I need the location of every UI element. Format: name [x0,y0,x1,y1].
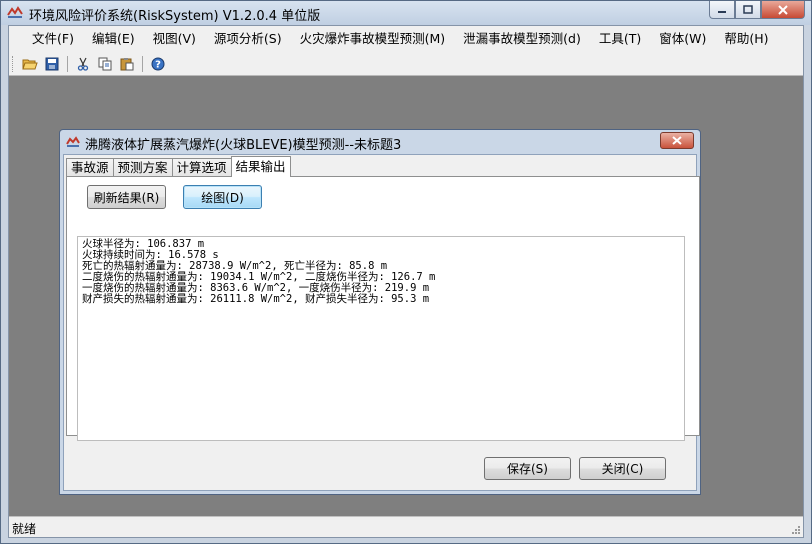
close-button[interactable] [761,1,805,19]
main-window: 环境风险评价系统(RiskSystem) V1.2.0.4 单位版 文件(F) … [0,0,812,544]
minimize-icon [718,10,726,13]
cut-button[interactable] [72,53,94,75]
save-toolbar-button[interactable] [41,53,63,75]
tab-calc-options[interactable]: 计算选项 [171,158,232,177]
minimize-button[interactable] [709,1,735,19]
toolbar: ? [9,52,803,76]
close-icon [778,4,788,15]
copy-button[interactable] [94,53,116,75]
tab-result-output[interactable]: 结果输出 [230,156,291,177]
dialog-title: 沸腾液体扩展蒸汽爆炸(火球BLEVE)模型预测--未标题3 [85,138,402,153]
tab-strip: 事故源 预测方案 计算选项 结果输出 [66,156,291,177]
app-logo-icon [66,136,80,147]
paste-button[interactable] [116,53,138,75]
dialog-title-bar[interactable]: 沸腾液体扩展蒸汽爆炸(火球BLEVE)模型预测--未标题3 [60,130,700,154]
menu-edit[interactable]: 编辑(E) [83,28,144,50]
copy-icon [98,57,112,70]
title-bar[interactable]: 环境风险评价系统(RiskSystem) V1.2.0.4 单位版 [1,1,811,25]
maximize-button[interactable] [735,1,761,19]
menu-view[interactable]: 视图(V) [144,28,205,50]
menu-source-analysis[interactable]: 源项分析(S) [205,28,291,50]
menu-leak-prediction[interactable]: 泄漏事故模型预测(d) [454,28,590,50]
menu-file[interactable]: 文件(F) [23,28,83,50]
close-dialog-button[interactable]: 关闭(C) [579,457,666,480]
app-logo-icon [7,6,23,18]
maximize-icon [743,5,753,14]
window-title: 环境风险评价系统(RiskSystem) V1.2.0.4 单位版 [29,9,321,24]
plot-button[interactable]: 绘图(D) [183,185,262,209]
paste-icon [120,57,134,70]
save-icon [45,57,59,70]
tab-prediction-plan[interactable]: 预测方案 [112,158,173,177]
dialog-close-button[interactable] [660,132,694,149]
menu-fire-explosion[interactable]: 火灾爆炸事故模型预测(M) [291,28,455,50]
toolbar-separator [67,55,68,72]
close-icon [672,136,682,145]
open-button[interactable] [19,53,41,75]
result-output-panel: 刷新结果(R) 绘图(D) 火球半径为: 106.837 m 火球持续时间为: … [66,176,700,441]
save-button[interactable]: 保存(S) [484,457,571,480]
menu-help[interactable]: 帮助(H) [715,28,777,50]
bleve-dialog: 沸腾液体扩展蒸汽爆炸(火球BLEVE)模型预测--未标题3 事故源 预测方案 计… [59,129,701,495]
results-textbox[interactable]: 火球半径为: 106.837 m 火球持续时间为: 16.578 s 死亡的热辐… [77,236,685,441]
help-icon: ? [151,57,165,70]
menu-window[interactable]: 窗体(W) [650,28,715,50]
dialog-body: 事故源 预测方案 计算选项 结果输出 刷新结果(R) 绘图(D) 火球半径为: … [63,154,700,491]
open-icon [22,59,38,69]
help-button[interactable]: ? [147,53,169,75]
cut-icon [77,57,89,71]
status-bar: 就绪 [9,516,803,537]
window-controls [709,1,805,19]
refresh-results-button[interactable]: 刷新结果(R) [87,185,166,209]
result-line: 财产损失的热辐射通量为: 26111.8 W/m^2, 财产损失半径为: 95.… [82,293,430,305]
toolbar-separator [142,55,143,72]
menu-bar: 文件(F) 编辑(E) 视图(V) 源项分析(S) 火灾爆炸事故模型预测(M) … [9,26,803,52]
tab-accident-source[interactable]: 事故源 [66,158,114,177]
status-text: 就绪 [12,522,37,536]
toolbar-grip[interactable] [12,55,15,72]
menu-tools[interactable]: 工具(T) [590,28,650,50]
resize-grip-icon[interactable] [789,523,801,535]
svg-text:?: ? [155,59,161,70]
